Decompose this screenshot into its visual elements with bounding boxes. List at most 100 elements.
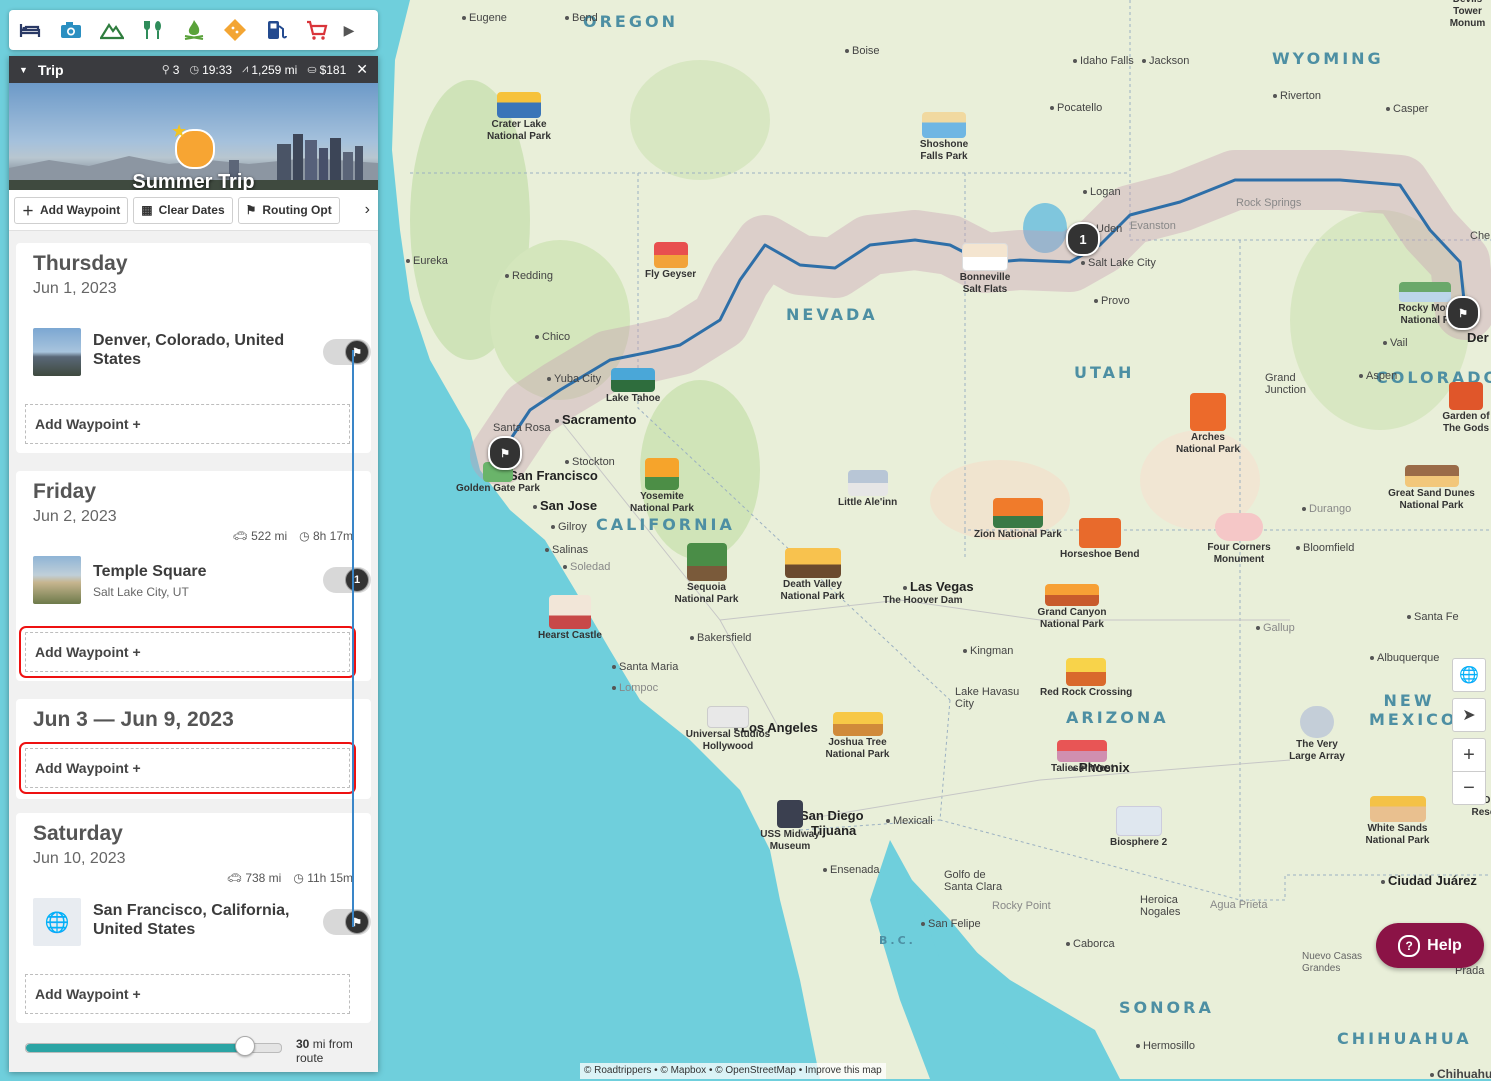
clear-dates-button[interactable]: ▦ Clear Dates	[133, 196, 233, 224]
poi-devils-tower[interactable]: Devils Tower Monum	[1440, 0, 1491, 30]
city-label: Golfo de Santa Clara	[944, 869, 1003, 893]
place-thumbnail-denver[interactable]	[33, 328, 81, 376]
distance-slider-area: 30 mi from route	[9, 1024, 378, 1072]
poi-icon	[1115, 806, 1162, 836]
poi-fly-geyser[interactable]: Fly Geyser	[645, 242, 696, 281]
category-camping[interactable]	[173, 10, 214, 50]
poi-garden-of-gods[interactable]: Garden of The Gods	[1440, 382, 1491, 435]
poi-icon	[1404, 465, 1459, 487]
day-name: Thursday	[33, 252, 128, 275]
route-pin-start-flag-icon[interactable]: ⚑	[1446, 296, 1480, 330]
globe-icon[interactable]: 🌐	[1452, 658, 1486, 692]
poi-death-valley[interactable]: Death Valley National Park	[775, 548, 850, 603]
zoom-out-button[interactable]: −	[1452, 771, 1486, 805]
poi-white-sands[interactable]: White Sands National Park	[1360, 796, 1435, 847]
stop-toggle[interactable]: ⚑	[323, 909, 371, 935]
poi-joshua-tree[interactable]: Joshua Tree National Park	[820, 712, 895, 761]
poi-hoover-dam[interactable]: The Hoover Dam	[883, 595, 962, 607]
city-sacramento[interactable]: Sacramento	[555, 412, 636, 427]
day-date: Jun 10, 2023	[33, 850, 126, 867]
category-outdoors[interactable]	[91, 10, 132, 50]
city-label: Lompoc	[612, 682, 658, 694]
place-name[interactable]: San Francisco, California, United States	[93, 901, 298, 939]
trip-name[interactable]: Summer Trip	[9, 171, 378, 190]
poi-grand-canyon[interactable]: Grand Canyon National Park	[1032, 584, 1112, 631]
poi-shoshone-falls[interactable]: Shoshone Falls Park	[914, 112, 974, 163]
poi-icon	[1215, 513, 1263, 541]
add-waypoint-button[interactable]: Add Waypoint +	[19, 626, 356, 678]
poi-icon	[686, 543, 727, 581]
collapse-caret-icon[interactable]: ▼	[19, 65, 28, 75]
place-name[interactable]: Temple Square	[93, 562, 298, 581]
poi-taliesin[interactable]: Taliesin West	[1051, 740, 1114, 775]
poi-yosemite[interactable]: Yosemite National Park	[627, 458, 697, 515]
stop-toggle[interactable]: 1	[323, 567, 371, 593]
poi-icon	[1045, 584, 1099, 606]
category-tickets[interactable]	[214, 10, 255, 50]
poi-icon	[548, 595, 591, 629]
locate-arrow-icon[interactable]: ➤	[1452, 698, 1486, 732]
question-icon: ?	[1398, 934, 1421, 957]
place-thumbnail-temple-square[interactable]	[33, 556, 81, 604]
poi-bonneville[interactable]: Bonneville Salt Flats	[955, 243, 1015, 296]
chevron-right-icon[interactable]: ▶	[337, 10, 361, 50]
city-label: Eureka	[406, 255, 448, 267]
poi-great-sand-dunes[interactable]: Great Sand Dunes National Park	[1384, 465, 1479, 512]
close-icon[interactable]: ✕	[356, 61, 368, 78]
road-icon: ⩘	[242, 63, 249, 75]
poi-horseshoe-bend[interactable]: Horseshoe Bend	[1060, 518, 1139, 561]
category-gas[interactable]	[255, 10, 296, 50]
zoom-in-button[interactable]: +	[1452, 738, 1486, 772]
plus-icon: ＋	[22, 203, 35, 218]
city-denver[interactable]: Der	[1467, 330, 1489, 345]
poi-hearst-castle[interactable]: Hearst Castle	[538, 595, 602, 642]
poi-universal[interactable]: Universal Studios Hollywood	[683, 706, 773, 753]
map-attribution[interactable]: © Roadtrippers • © Mapbox • © OpenStreet…	[580, 1063, 886, 1079]
globe-icon[interactable]: 🌐	[33, 898, 81, 946]
city-san-jose[interactable]: San Jose	[533, 498, 597, 513]
city-label: Yuba City	[547, 373, 601, 385]
cart-icon	[306, 20, 327, 40]
city-label: Uden	[1096, 223, 1123, 235]
add-waypoint-button[interactable]: Add Waypoint +	[19, 742, 356, 794]
city-label: Bakersfield	[690, 632, 751, 644]
route-pin-waypoint-1[interactable]: 1	[1066, 222, 1100, 256]
add-waypoint-button[interactable]: Add Waypoint +	[25, 974, 350, 1014]
poi-crater-lake[interactable]: Crater Lake National Park	[484, 92, 554, 143]
poi-arches[interactable]: Arches National Park	[1172, 393, 1244, 456]
day-name: Saturday	[33, 822, 123, 845]
poi-icon	[847, 470, 888, 496]
routing-options-button[interactable]: ⚑ Routing Opt	[237, 196, 340, 224]
add-waypoint-button[interactable]: ＋ Add Waypoint	[14, 196, 129, 224]
chevron-right-icon[interactable]: ›	[365, 201, 370, 219]
calendar-icon: ▦	[141, 203, 153, 217]
city-las-vegas[interactable]: Las Vegas	[903, 579, 974, 594]
category-lodging[interactable]	[9, 10, 50, 50]
poi-lake-tahoe[interactable]: Lake Tahoe	[606, 368, 660, 405]
poi-red-rock[interactable]: Red Rock Crossing	[1040, 658, 1132, 699]
stop-toggle[interactable]: ⚑	[323, 339, 371, 365]
place-name[interactable]: Denver, Colorado, United States	[93, 331, 298, 369]
poi-four-corners[interactable]: Four Corners Monument	[1204, 513, 1274, 566]
category-camera[interactable]	[50, 10, 91, 50]
poi-uss-midway[interactable]: USS Midway Museum	[760, 800, 820, 853]
city-label: Stockton	[565, 456, 615, 468]
drive-time: ◷ 11h 15m	[293, 871, 353, 885]
city-salt-lake-city[interactable]: Salt Lake City	[1081, 257, 1156, 269]
help-button[interactable]: ? Help	[1376, 923, 1484, 968]
poi-zion[interactable]: Zion National Park	[974, 498, 1062, 541]
category-shopping[interactable]	[296, 10, 337, 50]
distance-slider-handle[interactable]	[235, 1036, 256, 1056]
poi-little-aleinn[interactable]: Little Ale'inn	[838, 470, 897, 509]
poi-biosphere[interactable]: Biosphere 2	[1110, 806, 1167, 849]
category-food[interactable]	[132, 10, 173, 50]
waypoint-badge: 1	[345, 568, 369, 592]
trip-cover-image[interactable]: ★ Summer Trip	[9, 83, 378, 190]
poi-very-large-array[interactable]: The Very Large Array	[1286, 706, 1348, 763]
add-waypoint-button[interactable]: Add Waypoint +	[25, 404, 350, 444]
poi-sequoia[interactable]: Sequoia National Park	[669, 543, 744, 606]
city-label: Rocky Point	[992, 900, 1051, 912]
route-pin-finish-flag-icon[interactable]: ⚑	[488, 436, 522, 470]
city-ciudad-juarez[interactable]: Ciudad Juárez	[1381, 873, 1477, 888]
drive-meta: 🚗︎ 522 mi ◷ 8h 17m	[233, 529, 353, 543]
